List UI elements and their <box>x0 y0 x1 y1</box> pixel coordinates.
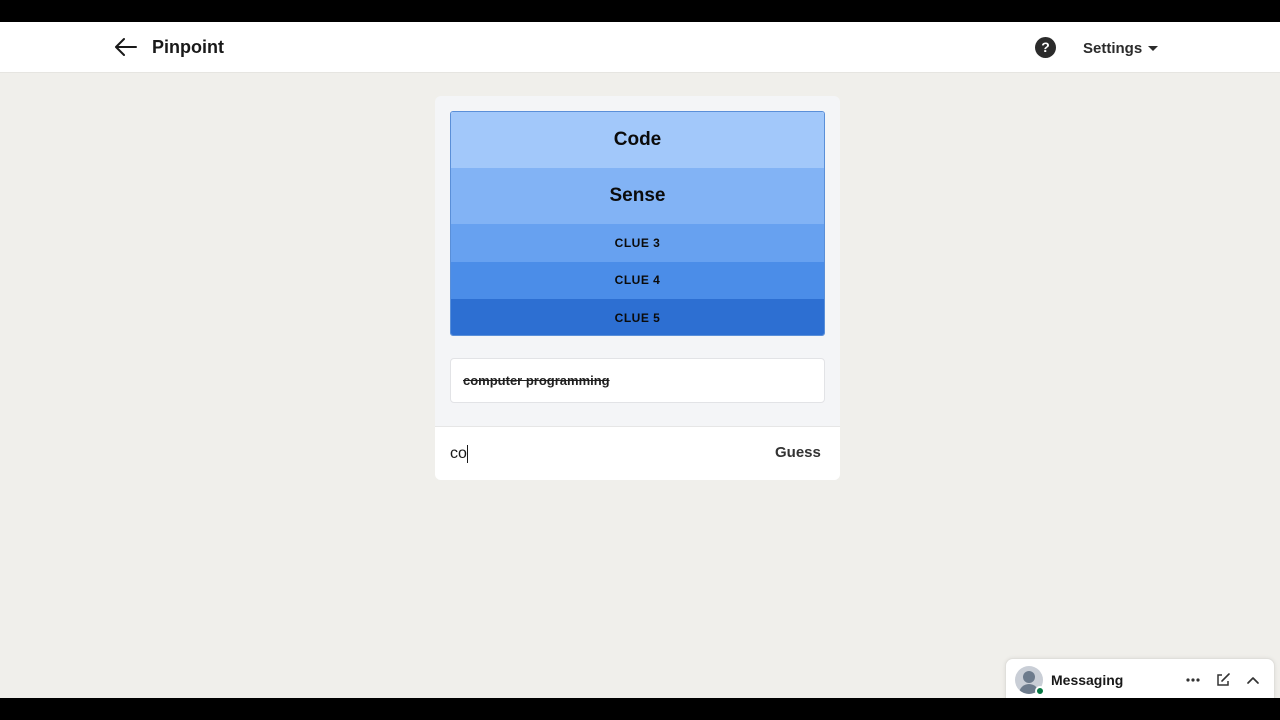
presence-indicator <box>1035 686 1045 696</box>
collapse-button[interactable] <box>1243 670 1263 690</box>
messaging-label: Messaging <box>1051 672 1124 688</box>
caret-down-icon <box>1148 45 1159 51</box>
text-cursor <box>467 445 468 463</box>
guess-button[interactable]: Guess <box>775 444 821 461</box>
game-card: Code Sense CLUE 3 CLUE 4 CLUE 5 computer… <box>435 96 840 480</box>
clue-4: CLUE 4 <box>451 261 824 299</box>
guess-input-row: Guess <box>435 426 840 480</box>
clue-2: Sense <box>451 168 824 224</box>
ellipsis-icon <box>1186 678 1200 682</box>
guess-history: computer programming <box>450 358 825 403</box>
clue-3: CLUE 3 <box>451 224 824 262</box>
arrow-left-icon <box>115 38 137 56</box>
clue-5: CLUE 5 <box>451 299 824 335</box>
chevron-up-icon <box>1247 677 1259 684</box>
settings-dropdown[interactable]: Settings <box>1083 39 1159 57</box>
more-options-button[interactable] <box>1183 670 1203 690</box>
settings-label: Settings <box>1083 39 1143 57</box>
messaging-bar[interactable]: Messaging <box>1005 658 1275 698</box>
guess-input[interactable] <box>450 441 750 467</box>
avatar-head <box>1023 671 1035 683</box>
page-title: Pinpoint <box>152 37 224 57</box>
compose-button[interactable] <box>1213 670 1233 690</box>
back-button[interactable] <box>112 35 140 59</box>
clue-stack: Code Sense CLUE 3 CLUE 4 CLUE 5 <box>450 111 825 336</box>
question-circle-icon: ? <box>1041 39 1050 55</box>
wrong-guess: computer programming <box>463 373 610 388</box>
clue-1: Code <box>451 112 824 168</box>
top-bar: Pinpoint ? Settings <box>0 22 1280 73</box>
help-button[interactable]: ? <box>1035 37 1056 58</box>
compose-icon <box>1217 673 1230 686</box>
app-viewport: Pinpoint ? Settings Code Sense CLUE 3 CL… <box>0 22 1280 698</box>
